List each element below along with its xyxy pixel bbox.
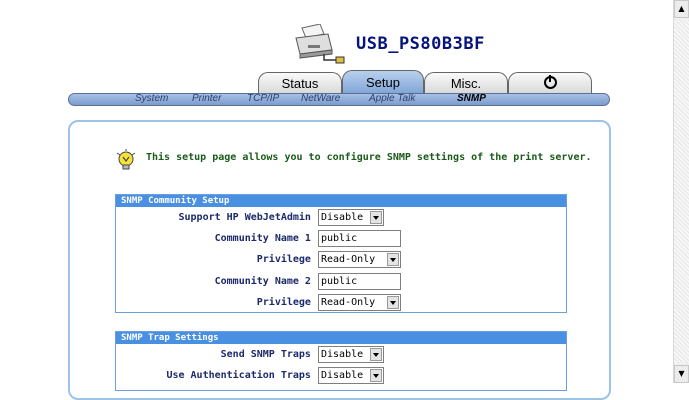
- chevron-down-icon[interactable]: [387, 296, 399, 309]
- send-traps-value: Disable: [321, 349, 364, 360]
- auth-traps-value: Disable: [321, 370, 364, 381]
- tab-power[interactable]: [508, 72, 592, 94]
- auth-traps-label: Use Authentication Traps :: [166, 370, 323, 381]
- tab-misc[interactable]: Misc.: [424, 72, 508, 94]
- privilege-2-value: Read-Only: [321, 297, 376, 308]
- community-name-1-label: Community Name 1 :: [214, 233, 323, 244]
- privilege-1-select[interactable]: Read-Only: [318, 251, 401, 268]
- tab-status[interactable]: Status: [258, 72, 342, 94]
- scroll-track[interactable]: [674, 20, 689, 363]
- scroll-down-arrow-icon[interactable]: ▼: [674, 365, 689, 383]
- subnav-snmp[interactable]: SNMP: [457, 93, 486, 104]
- send-traps-row: Send SNMP Traps : Disable: [116, 346, 566, 364]
- lightbulb-icon: [115, 149, 137, 175]
- webjet-label: Support HP WebJetAdmin :: [178, 212, 324, 223]
- subnav-netware[interactable]: NetWare: [301, 93, 340, 104]
- webjetadmin-select[interactable]: Disable: [318, 209, 384, 226]
- community-name-2-label: Community Name 2 :: [214, 276, 323, 287]
- setup-subnav: System Printer TCP/IP NetWare Apple Talk…: [68, 93, 610, 106]
- community-name-2-row: Community Name 2 : public: [116, 273, 566, 291]
- subnav-tcpip[interactable]: TCP/IP: [247, 93, 279, 104]
- send-traps-select[interactable]: Disable: [318, 346, 384, 363]
- tab-setup[interactable]: Setup: [342, 70, 424, 94]
- community-name-1-row: Community Name 1 : public: [116, 230, 566, 248]
- subnav-printer[interactable]: Printer: [192, 93, 221, 104]
- chevron-down-icon[interactable]: [370, 348, 382, 361]
- info-text: This setup page allows you to configure …: [146, 152, 592, 163]
- webjet-row: Support HP WebJetAdmin : Disable: [116, 209, 566, 227]
- privilege-1-value: Read-Only: [321, 254, 376, 265]
- section-title: SNMP Trap Settings: [116, 332, 566, 344]
- power-icon: [543, 75, 557, 89]
- vertical-scrollbar[interactable]: ▲ ▼: [673, 0, 689, 383]
- section-title: SNMP Community Setup: [116, 195, 566, 207]
- privilege-1-label: Privilege :: [256, 254, 323, 265]
- chevron-down-icon[interactable]: [387, 253, 399, 266]
- scroll-up-arrow-icon[interactable]: ▲: [674, 0, 689, 18]
- snmp-trap-section: SNMP Trap Settings Send SNMP Traps : Dis…: [115, 331, 567, 391]
- chevron-down-icon[interactable]: [370, 369, 382, 382]
- send-traps-label: Send SNMP Traps :: [220, 349, 323, 360]
- privilege-2-row: Privilege : Read-Only: [116, 294, 566, 312]
- printer-icon: [294, 23, 346, 68]
- subnav-apple-talk[interactable]: Apple Talk: [369, 93, 415, 104]
- privilege-1-row: Privilege : Read-Only: [116, 251, 566, 269]
- auth-traps-select[interactable]: Disable: [318, 367, 384, 384]
- privilege-2-label: Privilege :: [256, 297, 323, 308]
- snmp-community-section: SNMP Community Setup Support HP WebJetAd…: [115, 194, 567, 313]
- device-name-title: USB_PS80B3BF: [356, 34, 485, 54]
- subnav-system[interactable]: System: [135, 93, 168, 104]
- webjetadmin-value: Disable: [321, 212, 364, 223]
- community-name-2-input[interactable]: public: [318, 273, 401, 290]
- privilege-2-select[interactable]: Read-Only: [318, 294, 401, 311]
- auth-traps-row: Use Authentication Traps : Disable: [116, 367, 566, 385]
- chevron-down-icon[interactable]: [370, 211, 382, 224]
- community-name-1-input[interactable]: public: [318, 230, 401, 247]
